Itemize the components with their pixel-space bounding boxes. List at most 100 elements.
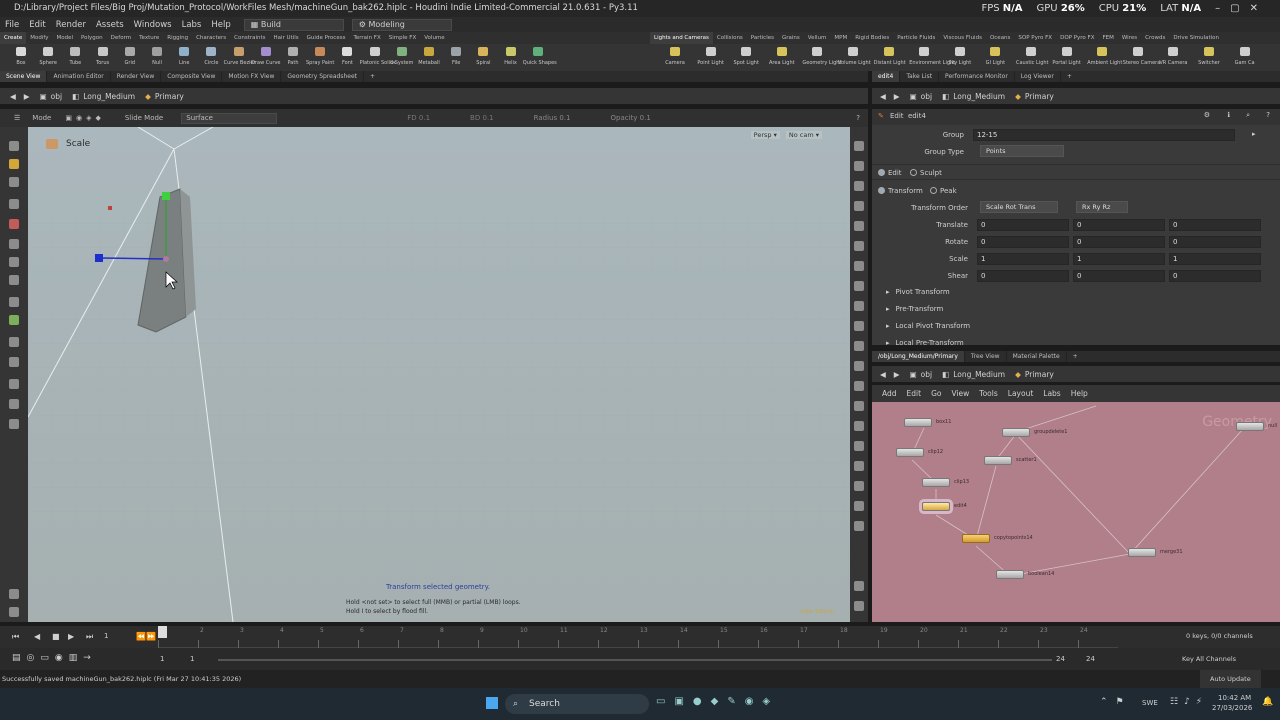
taskbar-search[interactable]: ⌕ Search <box>505 694 649 714</box>
go-end-icon[interactable]: ⏭ <box>86 632 93 642</box>
net-path-network[interactable]: ◆ Primary <box>1015 370 1054 379</box>
scene-viewport[interactable]: Scale Persp ▾ No cam ▾ Transform selecte… <box>28 127 850 622</box>
current-frame-field[interactable]: 1 <box>104 632 108 640</box>
network-menu-6[interactable]: Labs <box>1043 389 1060 398</box>
menu-file[interactable]: File <box>0 20 24 30</box>
radius-field[interactable]: Radius 0.1 <box>534 114 571 122</box>
param-path-root[interactable]: ▣ obj <box>910 92 933 101</box>
shelf-tab-0[interactable]: Create <box>0 32 27 44</box>
pose-icon[interactable] <box>9 199 19 209</box>
network-node[interactable] <box>962 534 990 543</box>
network-menu-0[interactable]: Add <box>882 389 897 398</box>
tool-6[interactable]: Line <box>169 44 199 71</box>
visibility-icon[interactable] <box>854 201 864 211</box>
param-tab-1[interactable]: Take List <box>900 71 940 82</box>
network-node[interactable] <box>1236 422 1264 431</box>
frame-all-icon[interactable] <box>854 601 864 611</box>
lasso-icon[interactable] <box>9 337 19 347</box>
desktop-selector[interactable]: ▦ Build <box>243 18 344 31</box>
tool-12[interactable]: Font <box>332 44 362 71</box>
templates-icon[interactable] <box>854 341 864 351</box>
section-2[interactable]: ▸ Local Pivot Transform <box>886 322 970 330</box>
shelf-tab-right-4[interactable]: Vellum <box>804 32 831 44</box>
tool-9[interactable]: Draw Curve <box>251 44 281 71</box>
network-editor[interactable]: Geometry box11groupdelete1clip12scatter1… <box>872 402 1280 622</box>
scale-icon[interactable] <box>9 275 19 285</box>
section-0[interactable]: ▸ Pivot Transform <box>886 288 950 296</box>
tool-7[interactable]: Circle <box>196 44 226 71</box>
frame-icon[interactable] <box>854 321 864 331</box>
light-tool-7[interactable]: Environment Light <box>909 44 955 71</box>
scene-tab-3[interactable]: Composite View <box>161 71 223 82</box>
shelf-tab-9[interactable]: Hair Utils <box>270 32 303 44</box>
record-icon[interactable] <box>854 521 864 531</box>
light-tool-3[interactable]: Area Light <box>767 44 797 71</box>
flipbook-icon[interactable] <box>854 441 864 451</box>
light-tool-11[interactable]: Portal Light <box>1052 44 1082 71</box>
network-menu-1[interactable]: Edit <box>907 389 922 398</box>
light-tool-14[interactable]: VR Camera <box>1158 44 1188 71</box>
move-icon[interactable] <box>9 159 19 169</box>
layout-icon[interactable] <box>854 481 864 491</box>
network-node[interactable] <box>996 570 1024 579</box>
tool-17[interactable]: Spiral <box>468 44 498 71</box>
handle-icon[interactable] <box>9 219 19 229</box>
select-mode-icons[interactable]: ▣◉◈◆ <box>65 114 105 122</box>
net-back-icon[interactable]: ◀ <box>880 370 886 379</box>
scene-tab-0[interactable]: Scene View <box>0 71 48 82</box>
bg-icon[interactable] <box>854 361 864 371</box>
shelf-tab-2[interactable]: Model <box>53 32 78 44</box>
shelf-tab-right-12[interactable]: FEM <box>1098 32 1117 44</box>
shelf-tab-right-1[interactable]: Collisions <box>713 32 747 44</box>
network-node[interactable] <box>1002 428 1030 437</box>
param-value-1[interactable]: 0 <box>1073 270 1165 282</box>
net-forward-icon[interactable]: ▶ <box>894 370 900 379</box>
clock-time[interactable]: 10:42 AM <box>1218 694 1251 702</box>
play-icon[interactable]: ▶ <box>68 632 74 641</box>
network-tab-2[interactable]: Material Palette <box>1007 351 1067 362</box>
network-menu-3[interactable]: View <box>951 389 969 398</box>
tool-3[interactable]: Torus <box>88 44 118 71</box>
rotate-icon[interactable] <box>9 177 19 187</box>
camera-menu[interactable]: No cam ▾ <box>785 131 822 139</box>
tool-18[interactable]: Helix <box>496 44 526 71</box>
pin-icon[interactable] <box>9 589 19 599</box>
add-tab-icon[interactable]: + <box>1061 71 1078 82</box>
persp-menu[interactable]: Persp ▾ <box>750 131 780 139</box>
shelf-tab-8[interactable]: Constraints <box>230 32 269 44</box>
taskbar-apps[interactable]: ▭▣●◆✎◉◈ <box>656 696 779 707</box>
auto-update-dropdown[interactable]: Auto Update <box>1200 670 1261 688</box>
network-tab-0[interactable]: /obj/Long_Medium/Primary <box>872 351 965 362</box>
shelf-tab-1[interactable]: Modify <box>26 32 52 44</box>
tool-5[interactable]: Null <box>142 44 172 71</box>
shelf-tab-right-3[interactable]: Grains <box>778 32 804 44</box>
shelf-tab-11[interactable]: Terrain FX <box>349 32 384 44</box>
mode-edit-radio[interactable]: Edit <box>878 169 902 177</box>
shelf-tab-12[interactable]: Simple FX <box>385 32 420 44</box>
slide-mode-toggle[interactable]: Slide Mode <box>125 114 163 122</box>
select-icon[interactable] <box>9 141 19 151</box>
shelf-tab-right-7[interactable]: Particle Fluids <box>893 32 939 44</box>
param-help-icon[interactable]: ? <box>1266 111 1270 119</box>
playhead[interactable] <box>158 626 167 638</box>
param-search-icon[interactable]: ⌕ <box>1246 111 1250 120</box>
param-value-0[interactable]: 0 <box>977 270 1069 282</box>
system-tray-icons[interactable]: ☷♪⚡ <box>1170 697 1208 707</box>
render-region-icon[interactable] <box>854 421 864 431</box>
mode-sculpt-radio[interactable]: Sculpt <box>910 169 942 177</box>
network-node[interactable] <box>904 418 932 427</box>
back-icon[interactable]: ◀ <box>10 92 16 101</box>
param-path-object[interactable]: ◧ Long_Medium <box>942 92 1005 101</box>
notification-icon[interactable]: 🔔 <box>1262 697 1273 707</box>
light-tool-16[interactable]: Gam Ca <box>1230 44 1260 71</box>
network-node[interactable] <box>1128 548 1156 557</box>
shelf-tab-13[interactable]: Volume <box>420 32 448 44</box>
magnet-icon[interactable] <box>9 315 19 325</box>
add-tab-icon[interactable]: + <box>364 71 381 82</box>
op-transform-radio[interactable]: Transform <box>878 187 923 195</box>
light-tool-13[interactable]: Stereo Camera <box>1123 44 1160 71</box>
rotation-order-dropdown[interactable]: Rx Ry Rz <box>1076 201 1128 213</box>
menu-icon[interactable]: ☰ <box>14 114 20 122</box>
tray-icons[interactable]: ⌃⚑ <box>1100 697 1132 707</box>
surface-dropdown[interactable]: Surface <box>181 112 278 124</box>
